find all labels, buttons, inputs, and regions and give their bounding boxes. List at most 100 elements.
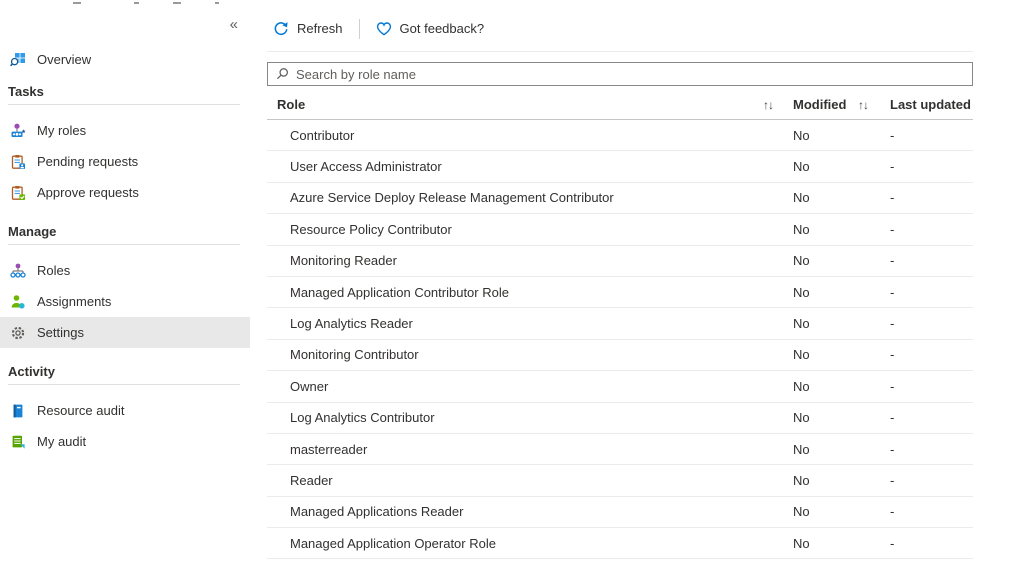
last-updated-cell: - [890, 504, 973, 519]
role-name-cell: Managed Application Contributor Role [267, 285, 793, 300]
role-name-cell: Resource Policy Contributor [267, 222, 793, 237]
modified-cell: No [793, 285, 890, 300]
sidebar-section-divider [8, 104, 240, 105]
table-row[interactable]: Reader No - [267, 465, 973, 496]
got-feedback-button[interactable]: Got feedback? [370, 17, 491, 41]
last-updated-cell: - [890, 222, 973, 237]
modified-cell: No [793, 347, 890, 362]
sidebar-item-assignments[interactable]: Assignments [0, 286, 250, 317]
last-updated-cell: - [890, 536, 973, 551]
sidebar-item-label: Resource audit [37, 403, 124, 418]
role-name-cell: User Access Administrator [267, 159, 793, 174]
overview-icon [10, 52, 26, 68]
last-updated-cell: - [890, 159, 973, 174]
clipped-text-fragment [73, 2, 81, 4]
sort-icon-modified[interactable]: ↑↓ [858, 98, 890, 112]
table-row[interactable]: Managed Application Contributor Role No … [267, 277, 973, 308]
sidebar-item-settings[interactable]: Settings [0, 317, 250, 348]
last-updated-cell: - [890, 442, 973, 457]
assignments-icon [10, 294, 26, 310]
sidebar-item-label: Roles [37, 263, 70, 278]
roles-table: Role ↑↓ Modified ↑↓ Last updated Contrib… [267, 90, 973, 559]
role-name-cell: masterreader [267, 442, 793, 457]
table-row[interactable]: Resource Policy Contributor No - [267, 214, 973, 245]
table-row[interactable]: Monitoring Reader No - [267, 246, 973, 277]
collapse-sidebar-icon[interactable]: « [230, 14, 238, 44]
sidebar-item-my-roles[interactable]: My roles [0, 115, 250, 146]
sidebar-section-header-manage: Manage [0, 220, 250, 244]
modified-cell: No [793, 222, 890, 237]
column-header-modified[interactable]: Modified [793, 97, 858, 112]
got-feedback-label: Got feedback? [400, 21, 485, 36]
sidebar-item-label: Pending requests [37, 154, 138, 169]
sidebar-item-label: Approve requests [37, 185, 139, 200]
table-row[interactable]: User Access Administrator No - [267, 151, 973, 182]
last-updated-cell: - [890, 128, 973, 143]
clipped-text-fragment [173, 2, 181, 4]
command-bar: Refresh Got feedback? [267, 0, 973, 52]
table-row[interactable]: Managed Application Operator Role No - [267, 528, 973, 559]
sidebar-item-label: My audit [37, 434, 86, 449]
role-name-cell: Azure Service Deploy Release Management … [267, 190, 793, 205]
modified-cell: No [793, 536, 890, 551]
last-updated-cell: - [890, 285, 973, 300]
main-content: Refresh Got feedback? Role ↑↓ Modified ↑… [267, 0, 973, 559]
table-row[interactable]: Azure Service Deploy Release Management … [267, 183, 973, 214]
search-input[interactable] [268, 63, 972, 85]
last-updated-cell: - [890, 410, 973, 425]
my-roles-icon [10, 123, 26, 139]
table-row[interactable]: Log Analytics Reader No - [267, 308, 973, 339]
modified-cell: No [793, 316, 890, 331]
table-row[interactable]: Monitoring Contributor No - [267, 340, 973, 371]
last-updated-cell: - [890, 190, 973, 205]
sort-icon-role[interactable]: ↑↓ [763, 98, 793, 112]
sidebar-item-label: Assignments [37, 294, 111, 309]
toolbar-separator [359, 19, 360, 39]
modified-cell: No [793, 473, 890, 488]
modified-cell: No [793, 410, 890, 425]
sidebar-section-header-activity: Activity [0, 360, 250, 384]
sidebar-item-roles[interactable]: Roles [0, 255, 250, 286]
modified-cell: No [793, 190, 890, 205]
sidebar-collapse-row: « [0, 14, 250, 44]
sidebar-item-resource-audit[interactable]: Resource audit [0, 395, 250, 426]
sidebar-section-divider [8, 244, 240, 245]
column-header-last-updated[interactable]: Last updated [890, 97, 973, 112]
role-name-cell: Log Analytics Contributor [267, 410, 793, 425]
table-row[interactable]: Log Analytics Contributor No - [267, 403, 973, 434]
refresh-button[interactable]: Refresh [267, 17, 349, 41]
pending-requests-icon [10, 154, 26, 170]
sidebar-section-header-tasks: Tasks [0, 80, 250, 104]
column-header-role[interactable]: Role [267, 97, 763, 112]
role-name-cell: Monitoring Contributor [267, 347, 793, 362]
sidebar-nav: « Overview Tasks My roles Pending reques… [0, 14, 250, 457]
role-name-cell: Reader [267, 473, 793, 488]
modified-cell: No [793, 379, 890, 394]
approve-requests-icon [10, 185, 26, 201]
table-row[interactable]: Owner No - [267, 371, 973, 402]
modified-cell: No [793, 442, 890, 457]
role-name-cell: Log Analytics Reader [267, 316, 793, 331]
modified-cell: No [793, 159, 890, 174]
role-name-cell: Monitoring Reader [267, 253, 793, 268]
clipped-text-fragment [215, 2, 219, 4]
my-audit-icon [10, 434, 26, 450]
clipped-text-fragment [134, 2, 139, 4]
sidebar-item-label: My roles [37, 123, 86, 138]
sidebar-item-my-audit[interactable]: My audit [0, 426, 250, 457]
table-row[interactable]: masterreader No - [267, 434, 973, 465]
modified-cell: No [793, 128, 890, 143]
resource-audit-icon [10, 403, 26, 419]
sidebar-item-overview[interactable]: Overview [0, 44, 250, 75]
sidebar-item-approve-requests[interactable]: Approve requests [0, 177, 250, 208]
sidebar-items-container: Overview Tasks My roles Pending requests… [0, 44, 250, 457]
table-header-row: Role ↑↓ Modified ↑↓ Last updated [267, 90, 973, 120]
last-updated-cell: - [890, 379, 973, 394]
role-name-cell: Contributor [267, 128, 793, 143]
role-name-cell: Owner [267, 379, 793, 394]
search-box [267, 62, 973, 86]
table-row[interactable]: Managed Applications Reader No - [267, 497, 973, 528]
last-updated-cell: - [890, 473, 973, 488]
table-row[interactable]: Contributor No - [267, 120, 973, 151]
sidebar-item-pending-requests[interactable]: Pending requests [0, 146, 250, 177]
